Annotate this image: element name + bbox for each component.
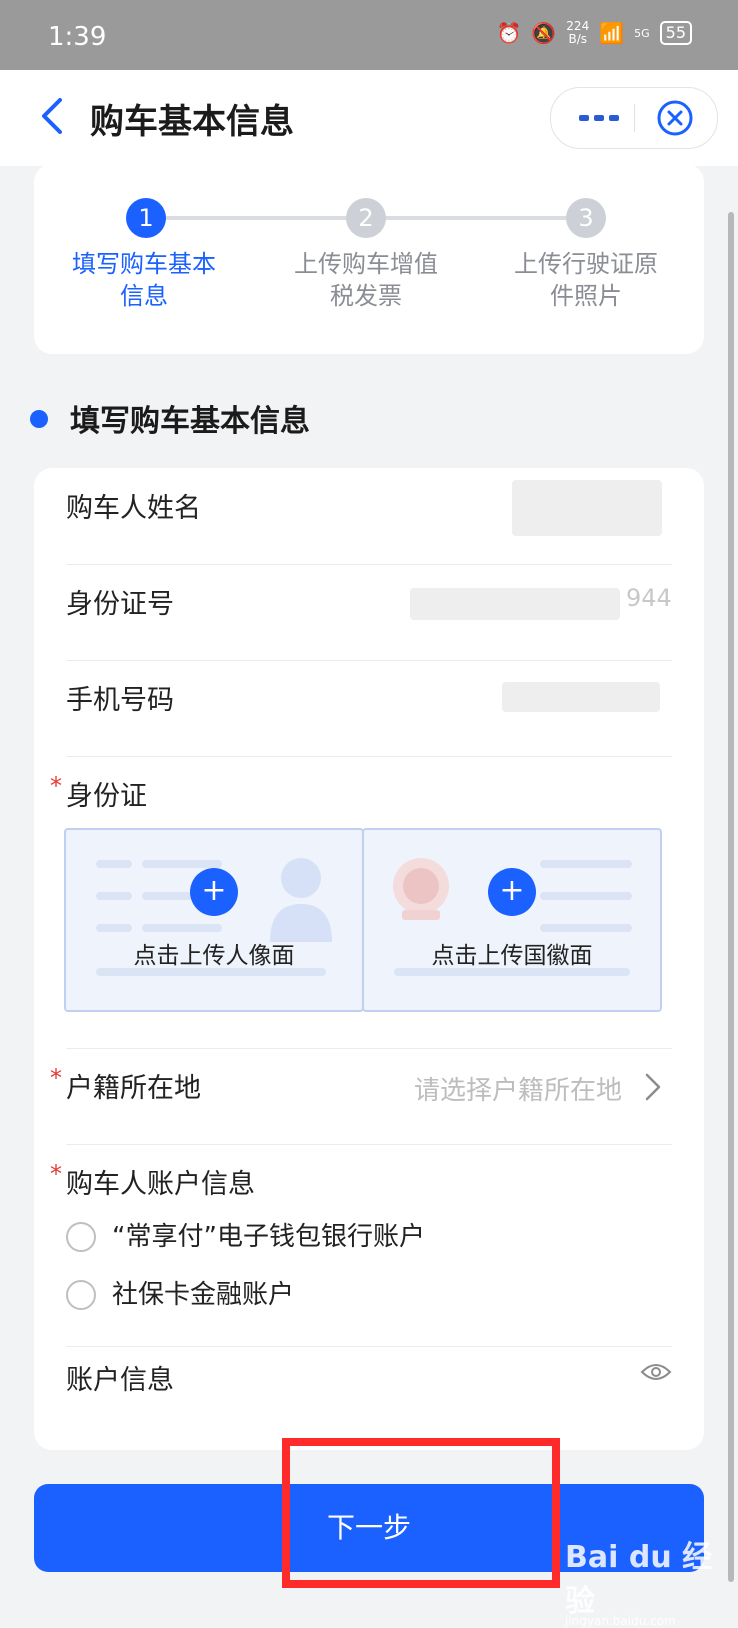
portrait-silhouette-icon [270, 858, 332, 942]
card-decor-line [96, 924, 132, 932]
alarm-icon: ⏰ [496, 21, 522, 45]
household-label: * 户籍所在地 [50, 1064, 201, 1105]
national-emblem-icon [393, 858, 449, 920]
back-arrow-icon[interactable] [34, 94, 74, 138]
divider [66, 756, 672, 757]
card-decor-line [142, 892, 192, 900]
card-decor-line [142, 924, 222, 932]
page-title: 购车基本信息 [90, 102, 294, 142]
red-highlight-box [282, 1438, 560, 1588]
phone-label: 手机号码 [66, 685, 174, 716]
step-1-text: 填写购车基本信息 [72, 250, 216, 310]
plus-icon: + [190, 868, 238, 916]
buyer-name-label: 购车人姓名 [66, 493, 201, 524]
app-header: 购车基本信息 [0, 70, 738, 166]
phone-value-masked[interactable] [502, 682, 660, 712]
step-connector [384, 216, 584, 220]
status-icons: ⏰ 🔕 224 B/s 📶 5G 55 [496, 20, 692, 46]
step-3-dot: 3 [566, 198, 606, 238]
mute-icon: 🔕 [531, 21, 557, 45]
upload-portrait-button[interactable]: + 点击上传人像面 [64, 828, 364, 1012]
id-card-label-text: 身份证 [66, 781, 147, 812]
card-decor-line [540, 924, 632, 932]
plus-icon: + [488, 868, 536, 916]
upload-emblem-button[interactable]: + 点击上传国徽面 [362, 828, 662, 1012]
household-select[interactable]: 请选择户籍所在地 [414, 1070, 622, 1107]
capsule-divider [634, 104, 635, 132]
scrollbar[interactable] [728, 212, 734, 1582]
radio-social-card-account[interactable] [66, 1280, 96, 1310]
more-dots-icon[interactable] [569, 100, 629, 136]
card-decor-line [142, 860, 222, 868]
watermark-url: jingyan.baidu.com [565, 1614, 676, 1628]
radio-social-card-label[interactable]: 社保卡金融账户 [112, 1274, 294, 1311]
status-bar: 1:39 ⏰ 🔕 224 B/s 📶 5G 55 [0, 0, 738, 70]
chevron-right-icon[interactable] [644, 1072, 662, 1102]
divider [66, 660, 672, 661]
step-3-label: 上传行驶证原件照片 [491, 248, 681, 312]
required-mark: * [50, 1160, 62, 1188]
divider [66, 1346, 672, 1347]
account-info-label: 账户信息 [66, 1365, 174, 1396]
card-decor-line [540, 860, 632, 868]
card-decor-line [540, 892, 632, 900]
status-time: 1:39 [48, 22, 107, 52]
id-number-label: 身份证号 [66, 589, 174, 620]
buyer-name-value-masked[interactable] [512, 480, 662, 536]
required-mark: * [50, 772, 62, 800]
upload-portrait-label: 点击上传人像面 [133, 943, 295, 969]
upload-emblem-label: 点击上传国徽面 [431, 943, 593, 969]
battery-icon: 55 [659, 21, 692, 45]
required-mark: * [50, 1064, 62, 1092]
step-1-label: 填写购车基本信息 [49, 248, 239, 312]
wifi-icon: 📶 [599, 21, 625, 45]
section-marker-icon [30, 410, 48, 428]
step-2-dot: 2 [346, 198, 386, 238]
divider [66, 1048, 672, 1049]
household-label-text: 户籍所在地 [66, 1073, 201, 1104]
watermark-brand: Bai du 经验 [565, 1540, 713, 1619]
step-2-label: 上传购车增值税发票 [271, 248, 461, 312]
id-number-tail: 944 [626, 584, 672, 612]
id-card-label: * 身份证 [50, 772, 147, 813]
step-3-text: 上传行驶证原件照片 [514, 250, 658, 310]
divider [66, 564, 672, 565]
section-title: 填写购车基本信息 [70, 404, 310, 439]
steps-card: 1 填写购车基本信息 2 上传购车增值税发票 3 上传行驶证原件照片 [34, 164, 704, 354]
divider [66, 1144, 672, 1145]
eye-icon[interactable] [640, 1360, 672, 1384]
net-speed: 224 B/s [566, 19, 590, 46]
step-connector [164, 216, 364, 220]
baidu-jingyan-watermark: Bai du 经验 jingyan.baidu.com [565, 1532, 738, 1628]
card-decor-line [96, 860, 132, 868]
id-number-value-masked[interactable] [410, 588, 620, 620]
step-1-dot: 1 [126, 198, 166, 238]
card-decor-line [96, 892, 132, 900]
mini-close-icon[interactable] [647, 98, 703, 138]
signal-label: 5G [634, 26, 650, 40]
mini-program-capsule [550, 87, 718, 149]
step-2-text: 上传购车增值税发票 [294, 250, 438, 310]
radio-wallet-account[interactable] [66, 1222, 96, 1252]
account-label-text: 购车人账户信息 [66, 1169, 255, 1200]
radio-wallet-label[interactable]: “常享付”电子钱包银行账户 [112, 1216, 425, 1253]
form-card: 购车人姓名 身份证号 944 手机号码 * 身份证 + 点击上传人像面 + 点击… [34, 468, 704, 1450]
account-label: * 购车人账户信息 [50, 1160, 255, 1201]
